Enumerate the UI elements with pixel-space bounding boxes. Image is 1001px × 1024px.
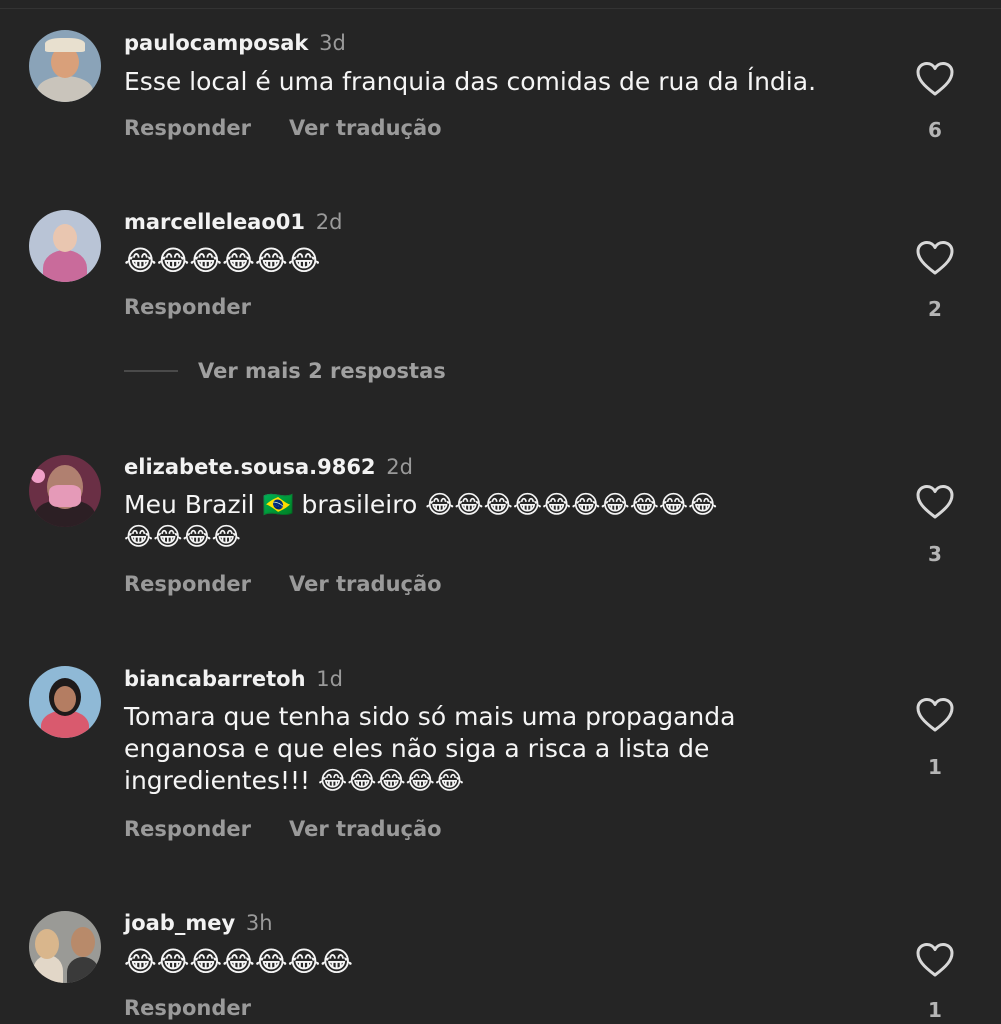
username[interactable]: joab_mey [124,911,235,935]
timestamp: 3h [245,911,273,935]
username[interactable]: elizabete.sousa.9862 [124,455,376,479]
timestamp: 3d [319,31,346,55]
reply-button[interactable]: Responder [124,295,251,319]
avatar[interactable] [29,911,101,983]
like-count: 2 [928,297,942,321]
translate-button[interactable]: Ver tradução [289,572,442,596]
comment-text: Meu Brazil 🇧🇷 brasileiro 😂😂😂😂😂😂😂😂😂😂 😂😂😂😂 [124,490,718,551]
view-more-replies-label: Ver mais 2 respostas [198,359,446,383]
divider [124,370,178,372]
heart-icon[interactable] [915,61,955,97]
username[interactable]: paulocamposak [124,31,308,55]
comment-text: Tomara que tenha sido só mais uma propag… [124,702,736,795]
heart-icon[interactable] [915,240,955,276]
avatar[interactable] [29,666,101,738]
like-count: 6 [928,118,942,142]
reply-button[interactable]: Responder [124,116,251,140]
timestamp: 1d [316,667,343,691]
like-count: 1 [928,755,942,779]
comment-text: Esse local é uma franquia das comidas de… [124,67,817,96]
reply-button[interactable]: Responder [124,572,251,596]
avatar[interactable] [29,455,101,527]
avatar[interactable] [29,210,101,282]
heart-icon[interactable] [915,697,955,733]
translate-button[interactable]: Ver tradução [289,116,442,140]
view-more-replies[interactable]: Ver mais 2 respostas [124,359,446,383]
avatar[interactable] [29,30,101,102]
reply-button[interactable]: Responder [124,996,251,1020]
username[interactable]: marcelleleao01 [124,210,305,234]
timestamp: 2d [386,455,413,479]
translate-button[interactable]: Ver tradução [289,817,442,841]
divider [0,8,1001,9]
comment-text: 😂😂😂😂😂😂 [124,244,321,277]
like-count: 1 [928,998,942,1022]
username[interactable]: biancabarretoh [124,667,306,691]
timestamp: 2d [315,210,343,234]
like-count: 3 [928,542,942,566]
reply-button[interactable]: Responder [124,817,251,841]
heart-icon[interactable] [915,942,955,978]
comments-panel: { "actions": { "reply": "Responder", "tr… [0,0,1001,1024]
heart-icon[interactable] [915,484,955,520]
comment-text: 😂😂😂😂😂😂😂 [124,945,354,978]
